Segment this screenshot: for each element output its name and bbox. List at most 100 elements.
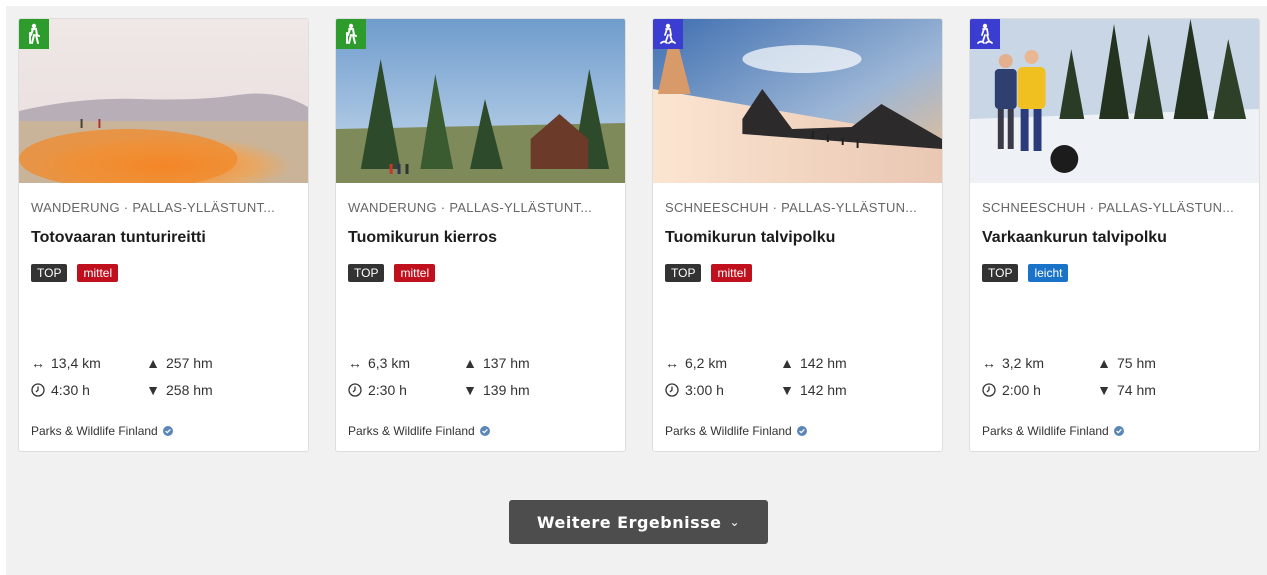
difficulty-badge: mittel [77,264,119,282]
distance-stat: ↔ 3,2 km [982,353,1044,373]
tour-image[interactable] [653,19,942,183]
distance-stat: ↔ 6,3 km [348,353,410,373]
duration-stat: 3:00 h [665,380,724,400]
tour-source[interactable]: Parks & Wildlife Finland [982,424,1124,438]
ascent-icon: ▲ [463,355,477,371]
clock-icon [31,383,45,397]
distance-stat: ↔ 6,2 km [665,353,727,373]
descent-icon: ▼ [780,382,794,398]
difficulty-badge: mittel [711,264,753,282]
tour-category: SCHNEESCHUH · PALLAS-YLLÄSTUN... [665,200,918,215]
clock-icon [665,383,679,397]
descent-value: 258 hm [166,382,213,398]
descent-value: 142 hm [800,382,847,398]
distance-value: 13,4 km [51,355,101,371]
tour-stats: ↔ 6,3 km ▲ 137 hm 2:30 h ▼ 139 hm [348,353,608,407]
tour-category: WANDERUNG · PALLAS-YLLÄSTUNT... [348,200,593,215]
descent-icon: ▼ [463,382,477,398]
verified-icon [479,426,490,436]
descent-value: 74 hm [1117,382,1156,398]
duration-stat: 2:00 h [982,380,1041,400]
source-label: Parks & Wildlife Finland [665,424,792,438]
chevron-down-icon: ⌄ [729,515,741,529]
ascent-stat: ▲ 257 hm [146,353,213,373]
verified-icon [162,426,173,436]
tour-source[interactable]: Parks & Wildlife Finland [665,424,807,438]
distance-icon: ↔ [982,355,996,371]
clock-icon [348,383,362,397]
distance-value: 6,2 km [685,355,728,371]
tour-tags: TOP mittel [31,264,296,283]
tour-stats: ↔ 13,4 km ▲ 257 hm 4:30 h ▼ 258 hm [31,353,291,407]
verified-icon [796,426,807,436]
snowshoe-icon [653,19,683,49]
tour-image[interactable] [970,19,1259,183]
ascent-value: 142 hm [800,355,847,371]
duration-value: 2:00 h [1002,382,1041,398]
tour-category: SCHNEESCHUH · PALLAS-YLLÄSTUN... [982,200,1235,215]
ascent-stat: ▲ 75 hm [1097,353,1156,373]
top-badge: TOP [665,264,702,282]
distance-value: 6,3 km [368,355,411,371]
tour-source[interactable]: Parks & Wildlife Finland [348,424,490,438]
descent-value: 139 hm [483,382,530,398]
tour-card-list: WANDERUNG · PALLAS-YLLÄSTUNT... Totovaar… [18,18,1262,452]
tour-title[interactable]: Tuomikurun talvipolku [665,227,930,249]
duration-value: 3:00 h [685,382,724,398]
tour-tags: TOP leicht [982,264,1247,283]
tour-stats: ↔ 6,2 km ▲ 142 hm 3:00 h ▼ 142 hm [665,353,925,407]
descent-stat: ▼ 139 hm [463,380,530,400]
ascent-icon: ▲ [780,355,794,371]
more-results-button[interactable]: Weitere Ergebnisse ⌄ [509,500,768,544]
difficulty-badge: mittel [394,264,436,282]
tour-card[interactable]: SCHNEESCHUH · PALLAS-YLLÄSTUN... Varkaan… [969,18,1260,452]
tour-title[interactable]: Totovaaran tunturireitti [31,227,296,249]
duration-stat: 2:30 h [348,380,407,400]
ascent-stat: ▲ 142 hm [780,353,847,373]
tour-category: WANDERUNG · PALLAS-YLLÄSTUNT... [31,200,276,215]
source-label: Parks & Wildlife Finland [982,424,1109,438]
ascent-stat: ▲ 137 hm [463,353,530,373]
top-badge: TOP [31,264,68,282]
tour-source[interactable]: Parks & Wildlife Finland [31,424,173,438]
source-label: Parks & Wildlife Finland [31,424,158,438]
tour-tags: TOP mittel [665,264,930,283]
hiking-icon [19,19,49,49]
tour-card[interactable]: SCHNEESCHUH · PALLAS-YLLÄSTUN... Tuomiku… [652,18,943,452]
verified-icon [1113,426,1124,436]
tour-image[interactable] [336,19,625,183]
duration-value: 4:30 h [51,382,90,398]
tour-image[interactable] [19,19,308,183]
tour-stats: ↔ 3,2 km ▲ 75 hm 2:00 h ▼ 74 hm [982,353,1242,407]
descent-stat: ▼ 142 hm [780,380,847,400]
snowshoe-icon [970,19,1000,49]
distance-icon: ↔ [31,355,45,371]
tour-title[interactable]: Varkaankurun talvipolku [982,227,1247,249]
tour-title[interactable]: Tuomikurun kierros [348,227,613,249]
descent-stat: ▼ 258 hm [146,380,213,400]
ascent-value: 75 hm [1117,355,1156,371]
distance-stat: ↔ 13,4 km [31,353,101,373]
ascent-value: 257 hm [166,355,213,371]
difficulty-badge: leicht [1028,264,1069,282]
distance-value: 3,2 km [1002,355,1045,371]
top-badge: TOP [982,264,1019,282]
hiking-icon [336,19,366,49]
tour-tags: TOP mittel [348,264,613,283]
descent-icon: ▼ [1097,382,1111,398]
tour-card[interactable]: WANDERUNG · PALLAS-YLLÄSTUNT... Tuomikur… [335,18,626,452]
descent-stat: ▼ 74 hm [1097,380,1156,400]
distance-icon: ↔ [665,355,679,371]
ascent-value: 137 hm [483,355,530,371]
source-label: Parks & Wildlife Finland [348,424,475,438]
tour-card[interactable]: WANDERUNG · PALLAS-YLLÄSTUNT... Totovaar… [18,18,309,452]
distance-icon: ↔ [348,355,362,371]
ascent-icon: ▲ [1097,355,1111,371]
duration-stat: 4:30 h [31,380,90,400]
top-badge: TOP [348,264,385,282]
clock-icon [982,383,996,397]
descent-icon: ▼ [146,382,160,398]
more-results-label: Weitere Ergebnisse [536,512,722,532]
results-section: WANDERUNG · PALLAS-YLLÄSTUNT... Totovaar… [6,6,1267,575]
ascent-icon: ▲ [146,355,160,371]
